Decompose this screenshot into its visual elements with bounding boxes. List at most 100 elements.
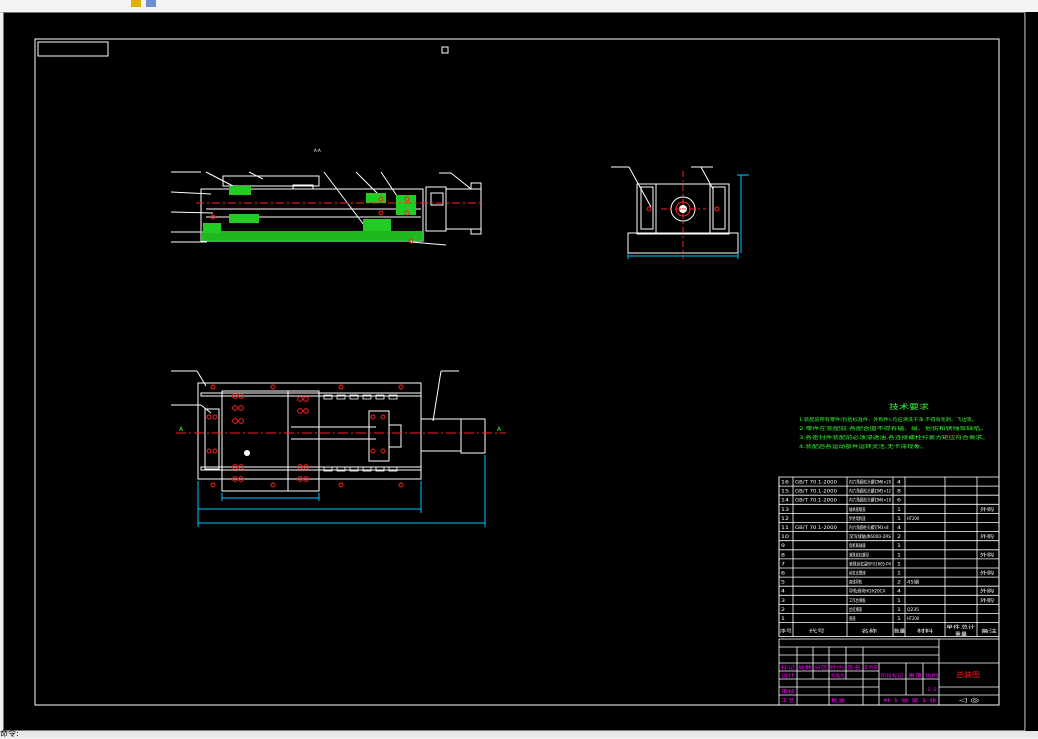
bom-cell-qty: 1 [897, 607, 901, 613]
bom-cell-material: Q235 [907, 607, 919, 613]
bom-cell-material: HT200 [907, 516, 919, 522]
bom-cell-note: 外购 [980, 551, 994, 558]
code-box [37, 41, 109, 57]
bom-cell-material: 45钢 [907, 579, 919, 586]
bom-cell-name: 丝杠支撑座 [849, 570, 866, 577]
scale-value: 1:2 [927, 687, 937, 693]
title-label: 工艺 [781, 698, 796, 704]
bom-cell-qty: 4 [897, 525, 901, 531]
bom-cell-qty: 6 [897, 498, 901, 504]
bom-header: 名称 [861, 628, 878, 635]
bom-cell-qty: 1 [897, 616, 901, 622]
toolbar-icon[interactable] [131, 0, 141, 7]
bom-cell-qty: 1 [897, 561, 901, 567]
bom-cell-no: 11 [781, 525, 789, 531]
title-label: 更改文件号 [830, 664, 845, 671]
bom-cell-no: 15 [781, 489, 789, 495]
bom-cell-no: 9 [781, 543, 785, 549]
bom-cell-name: 滚珠丝杠副SFU1605-P4 [849, 560, 891, 567]
section-hatching [201, 186, 423, 241]
bom-cell-code: GB/T 70.1-2000 [795, 489, 837, 495]
bom-cell-qty: 2 [897, 534, 901, 540]
title-label: 批准 [831, 697, 846, 704]
tech-line: 1.装配前所有零件(包括标准件、外购件),均应清洗干净,不得有毛刺、飞边等。 [799, 416, 977, 423]
bom-cell-name: 内六角圆柱头螺钉M3×8 [849, 524, 889, 531]
title-label: 分区 [814, 664, 829, 671]
bom-cell-name: 轴承座端盖 [849, 506, 866, 513]
bom-cell-qty: 1 [897, 571, 901, 577]
bom-header: 数量 [894, 628, 906, 635]
bom-cell-no: 1 [781, 616, 785, 622]
vertical-scrollbar[interactable] [1025, 12, 1038, 731]
bom-cell-no: 12 [781, 516, 789, 522]
bom-header: 备注 [981, 628, 998, 635]
title-label: 处数 [798, 664, 813, 671]
bom-cell-note: 外购 [980, 506, 994, 513]
title-label: 年月日 [864, 664, 878, 671]
cad-drawing: A-A A A 技术要求 1.装配前所有零件(包括标准件、外购件),均应清洗干净… [34, 38, 1000, 706]
bom-cell-code: GB/T 70.1-2000 [795, 525, 837, 531]
bom-cell-qty: 4 [897, 480, 901, 486]
bom-cell-no: 7 [781, 561, 785, 567]
title-label: 比例 [925, 672, 939, 679]
bom-cell-qty: 1 [897, 516, 901, 522]
bom-cell-qty: 1 [897, 598, 901, 604]
sheet-text: 共 1 张 第 1 张 [883, 697, 938, 704]
bom-cell-note: 外购 [980, 570, 994, 577]
top-view-mark [244, 450, 250, 456]
bom-cell-name: 内六角圆柱头螺钉M6×20 [849, 479, 891, 486]
bom-cell-name: 电机联轴器 [849, 542, 866, 549]
top-view-holes [206, 384, 404, 488]
bom-cell-name: 内六角圆柱头螺钉M5×12 [849, 488, 891, 495]
bom-cell-qty: 4 [897, 589, 901, 595]
title-label: 标记 [781, 664, 796, 671]
projection-symbol: ◁ ◎ [959, 697, 979, 704]
bom-cell-qty: 1 [897, 507, 901, 513]
bom-cell-name: 内六角圆柱头螺钉M4×10 [849, 497, 891, 504]
bom-cell-no: 5 [781, 580, 785, 586]
bom-cell-qty: 8 [897, 489, 901, 495]
bom-cell-name: 底座 [849, 615, 856, 622]
technical-requirements: 技术要求 1.装配前所有零件(包括标准件、外购件),均应清洗干净,不得有毛刺、飞… [799, 402, 989, 450]
bom-header: 序号 [780, 628, 792, 635]
bom-cell-note: 外购 [980, 597, 994, 604]
bom-cell-no: 13 [781, 507, 789, 513]
bom-cell-note: 外购 [980, 533, 994, 540]
title-label: 重量 [908, 672, 923, 679]
bom-cell-no: 3 [781, 598, 785, 604]
bom-cell-no: 14 [781, 498, 789, 504]
view-label: A-A [314, 148, 321, 153]
bom-cell-no: 8 [781, 552, 785, 558]
bom-cell-no: 16 [781, 480, 789, 486]
bom-cell-no: 10 [781, 534, 789, 540]
bom-cell-qty: 1 [897, 552, 901, 558]
title-label: 签名 [847, 664, 861, 671]
bom-header: 材料 [917, 628, 934, 635]
drawing-viewport[interactable]: A-A A A 技术要求 1.装配前所有零件(包括标准件、外购件),均应清洗干净… [3, 12, 1025, 731]
bom-cell-no: 2 [781, 607, 785, 613]
bom-cell-name: 直线导轨 [849, 579, 863, 586]
bom-cell-name: 步进电机座 [849, 515, 866, 522]
tech-line: 3.各密封件装配前必须浸透油,各连接螺栓拧紧力矩应符合要求。 [799, 434, 989, 441]
top-view [171, 370, 486, 492]
bom-cell-name: 深沟球轴承6000-2RS [849, 533, 891, 540]
bom-cell-qty: 1 [897, 543, 901, 549]
bom-cell-name: 丝杠端盖 [849, 606, 863, 613]
title-label: 标准化 [831, 672, 846, 679]
command-line[interactable]: 命令: [0, 729, 1038, 738]
section-mark-a-right: A [497, 426, 502, 433]
tech-title: 技术要求 [889, 402, 929, 411]
toolbar-icon[interactable] [146, 0, 156, 7]
bom-cell-no: 6 [781, 571, 785, 577]
bom-cell-material: HT200 [907, 616, 919, 622]
bom-cell-name: 工作台滑板 [849, 597, 866, 604]
bom-cell-code: GB/T 70.1-2000 [795, 498, 837, 504]
tech-line: 4.装配后各运动部件运转灵活,无卡滞现象。 [799, 443, 927, 450]
bom-cell-note: 外购 [980, 588, 994, 595]
bom-header: 代号 [809, 628, 825, 635]
section-mark-a-left: A [179, 426, 184, 433]
side-dimensions [627, 174, 749, 259]
tech-line: 2.零件在装配前,各配合面不得有磕、碰、划伤和锈蚀等缺陷。 [799, 425, 987, 432]
outer-frame [34, 38, 1000, 706]
status-text: 命令: [0, 729, 19, 738]
